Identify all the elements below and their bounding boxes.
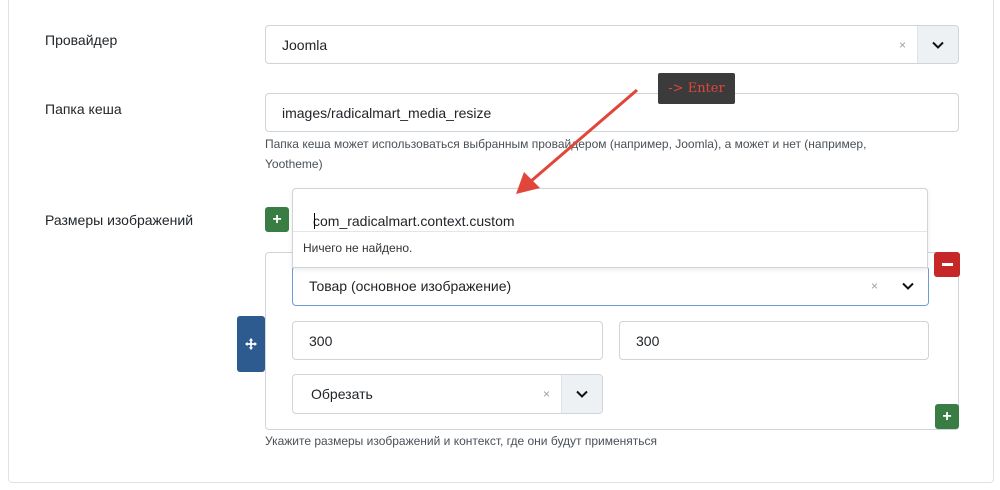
enter-annotation: -> Enter (658, 73, 735, 104)
annotation-arrow-icon (516, 88, 638, 194)
